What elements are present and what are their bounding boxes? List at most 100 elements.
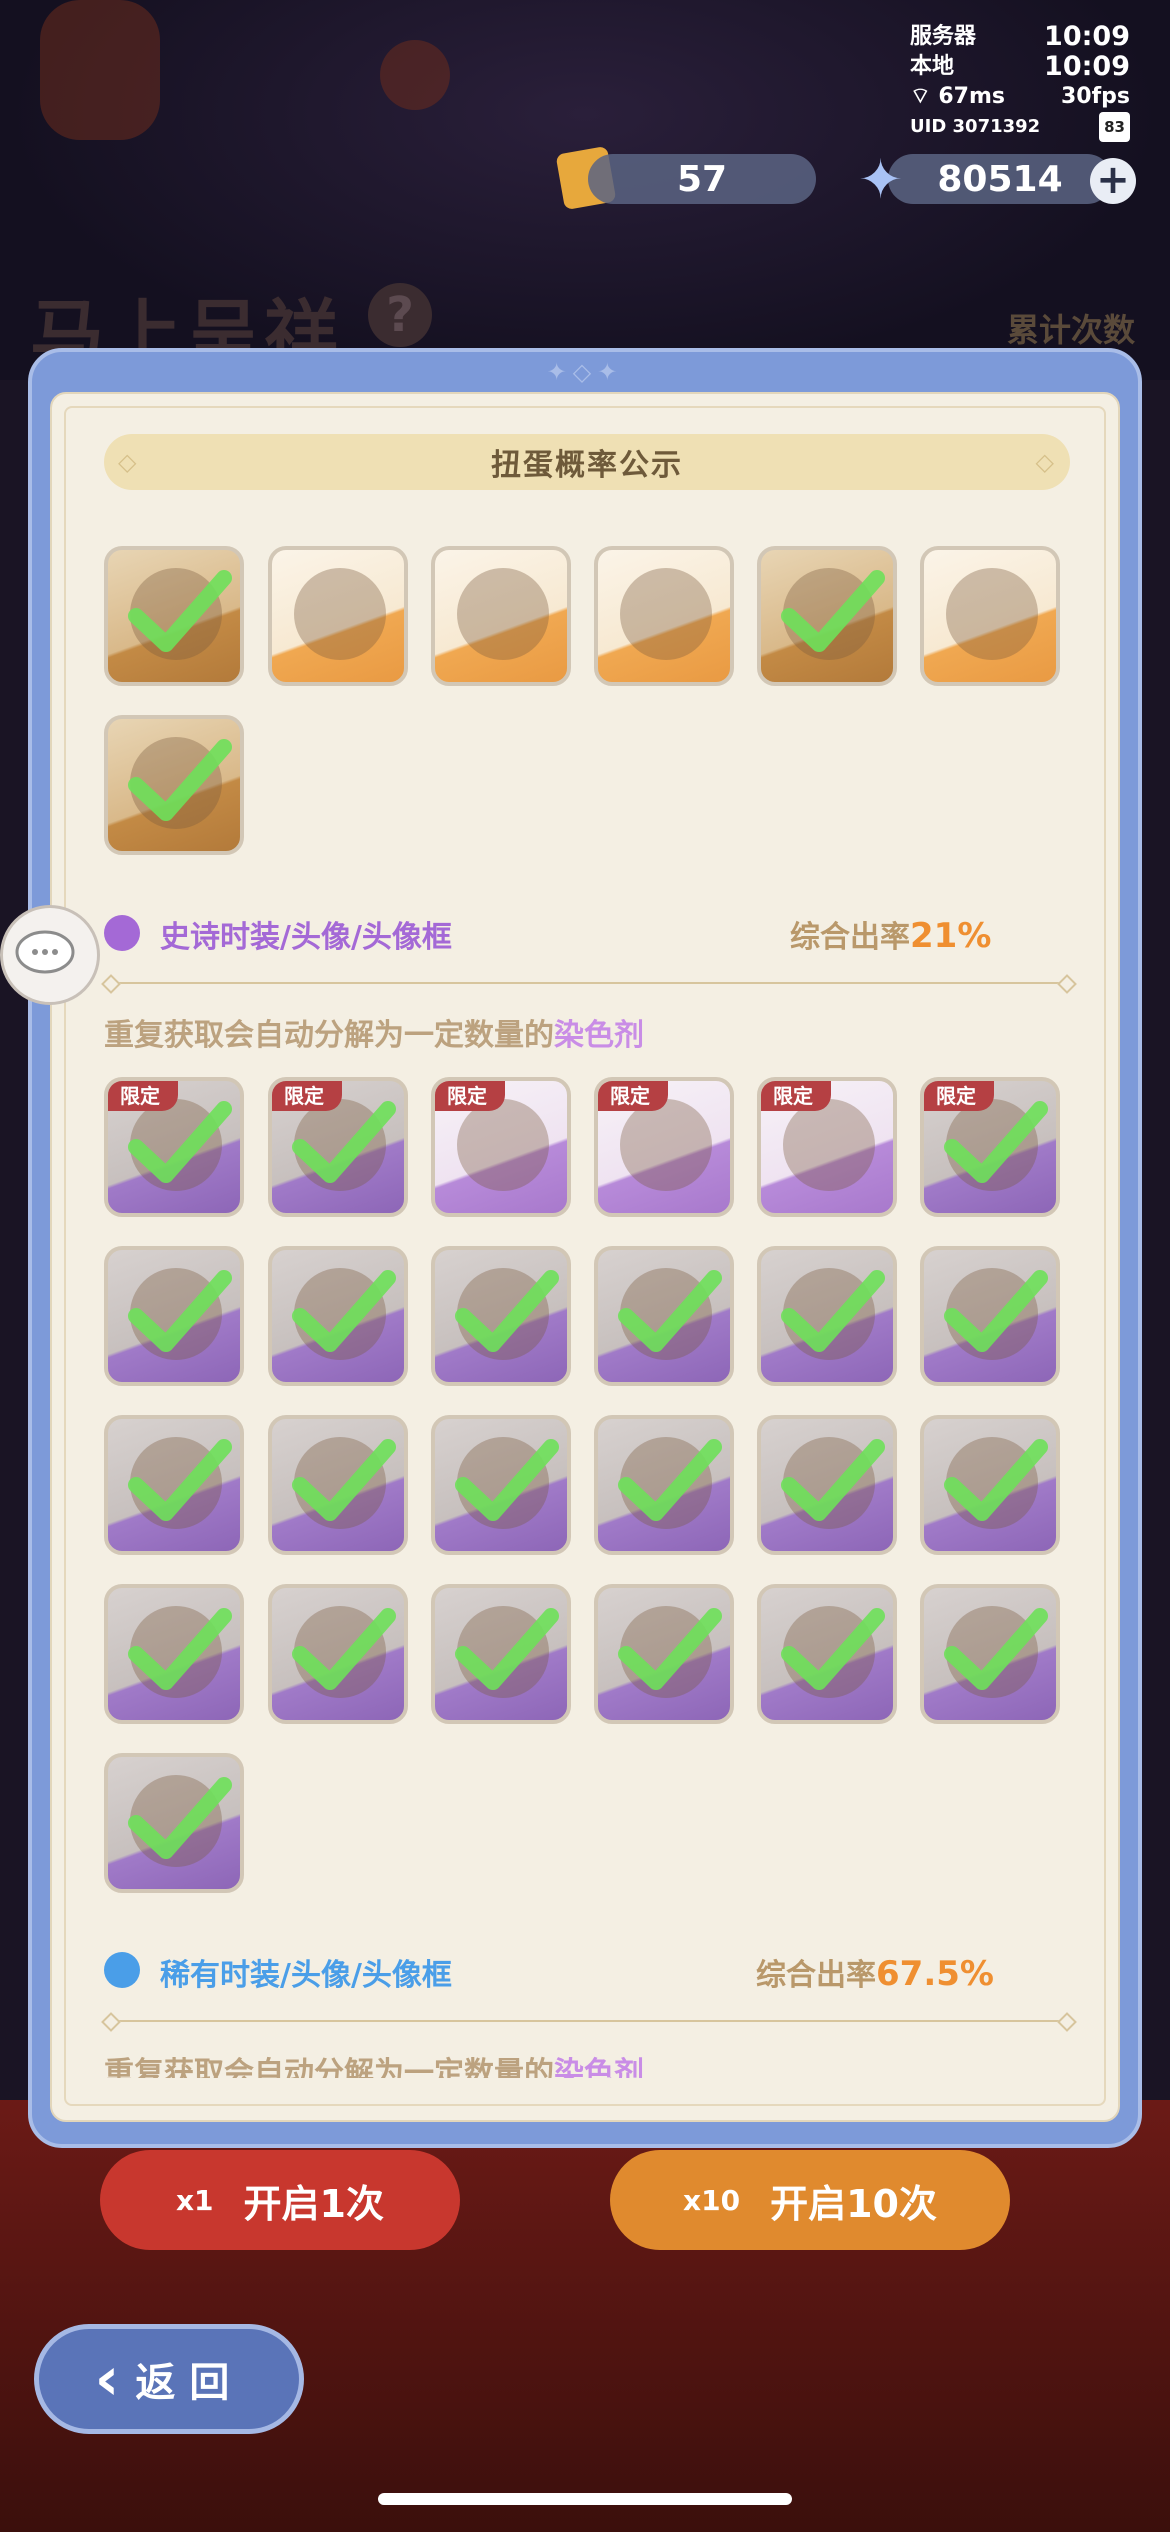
epic-item[interactable]	[104, 1415, 244, 1555]
epic-item[interactable]: 限定	[757, 1077, 897, 1217]
epic-item[interactable]: 限定	[920, 1077, 1060, 1217]
lantern-decoration	[380, 40, 450, 110]
epic-item[interactable]: 限定	[104, 1077, 244, 1217]
local-label: 本地	[910, 54, 955, 79]
modal-title-bar: ◇ 扭蛋概率公示 ◇	[104, 434, 1070, 490]
open-ten-label: 开启10次	[770, 2181, 937, 2226]
epic-item[interactable]	[104, 1246, 244, 1386]
limited-tag: 限定	[761, 1081, 831, 1111]
cumulative-label: 累计次数	[1006, 311, 1135, 349]
crystal-icon: ✦	[858, 148, 904, 211]
epic-item[interactable]	[431, 1584, 571, 1724]
owned-check-icon	[128, 1777, 232, 1859]
prize-item[interactable]	[757, 546, 897, 686]
prize-item[interactable]	[431, 546, 571, 686]
item-image	[457, 1099, 549, 1191]
home-indicator[interactable]	[378, 2493, 792, 2505]
open-ten-button[interactable]: x10 开启10次	[610, 2150, 1010, 2250]
prize-item[interactable]	[594, 546, 734, 686]
wifi-icon: ⌔	[910, 84, 931, 109]
epic-item[interactable]	[757, 1246, 897, 1386]
owned-check-icon	[781, 1608, 885, 1690]
epic-item[interactable]	[268, 1415, 408, 1555]
back-arrow-icon: ‹	[94, 2344, 120, 2414]
diamond-icon: ◇	[1035, 448, 1056, 476]
owned-check-icon	[618, 1439, 722, 1521]
owned-check-icon	[128, 1270, 232, 1352]
limited-tag: 限定	[598, 1081, 668, 1111]
item-image	[620, 1099, 712, 1191]
prize-item[interactable]	[920, 546, 1060, 686]
open-ten-count: x10	[683, 2183, 741, 2217]
rare-grade-icon	[104, 1952, 140, 1988]
rare-note: 重复获取会自动分解为一定数量的染色剂	[104, 2048, 644, 2078]
epic-item[interactable]	[431, 1246, 571, 1386]
owned-check-icon	[292, 1270, 396, 1352]
epic-item[interactable]	[757, 1584, 897, 1724]
crystal-count: 80514	[888, 154, 1112, 204]
item-image	[946, 568, 1038, 660]
epic-item[interactable]	[920, 1415, 1060, 1555]
epic-item[interactable]	[104, 1753, 244, 1893]
owned-check-icon	[128, 1608, 232, 1690]
epic-item[interactable]	[268, 1246, 408, 1386]
epic-item[interactable]	[920, 1246, 1060, 1386]
epic-note-highlight: 染色剂	[554, 1018, 644, 1053]
owned-check-icon	[292, 1101, 396, 1183]
prize-item[interactable]	[104, 546, 244, 686]
owned-check-icon	[944, 1439, 1048, 1521]
epic-section-title: 史诗时装/头像/头像框	[160, 920, 452, 955]
epic-rate-value: 21%	[910, 916, 992, 956]
prize-item[interactable]	[268, 546, 408, 686]
epic-item[interactable]	[920, 1584, 1060, 1724]
server-time: 10:09	[1044, 21, 1130, 52]
back-button[interactable]: ‹ 返回	[34, 2324, 304, 2434]
ticket-count: 57	[588, 154, 816, 204]
epic-item[interactable]: 限定	[594, 1077, 734, 1217]
epic-item[interactable]	[594, 1415, 734, 1555]
rare-section-title: 稀有时装/头像/头像框	[160, 1958, 452, 1993]
owned-check-icon	[618, 1270, 722, 1352]
open-once-button[interactable]: x1 开启1次	[100, 2150, 460, 2250]
owned-check-icon	[618, 1608, 722, 1690]
epic-rate: 综合出率21%	[790, 912, 991, 956]
owned-check-icon	[128, 1101, 232, 1183]
owned-check-icon	[455, 1270, 559, 1352]
epic-item[interactable]	[594, 1246, 734, 1386]
item-image	[294, 568, 386, 660]
owned-check-icon	[781, 570, 885, 652]
rare-note-clip: 重复获取会自动分解为一定数量的染色剂	[60, 2040, 1100, 2078]
help-button[interactable]: ?	[368, 283, 432, 347]
epic-item[interactable]	[431, 1415, 571, 1555]
epic-item[interactable]	[594, 1584, 734, 1724]
uid-value: UID 3071392	[910, 116, 1041, 137]
owned-check-icon	[455, 1439, 559, 1521]
item-image	[620, 568, 712, 660]
epic-item[interactable]: 限定	[431, 1077, 571, 1217]
epic-item[interactable]	[757, 1415, 897, 1555]
owned-check-icon	[944, 1270, 1048, 1352]
diamond-icon: ◇	[118, 448, 139, 476]
epic-item[interactable]: 限定	[268, 1077, 408, 1217]
open-once-label: 开启1次	[243, 2181, 384, 2226]
owned-check-icon	[128, 1439, 232, 1521]
prize-item[interactable]	[104, 715, 244, 855]
owned-check-icon	[292, 1439, 396, 1521]
epic-item[interactable]	[268, 1584, 408, 1724]
add-crystal-button[interactable]: +	[1090, 158, 1136, 204]
rare-note-highlight: 染色剂	[554, 2056, 644, 2078]
modal-title: 扭蛋概率公示	[491, 448, 683, 483]
epic-note-text: 重复获取会自动分解为一定数量的	[104, 1018, 554, 1053]
section-divider	[112, 2020, 1066, 2022]
owned-check-icon	[781, 1270, 885, 1352]
ping-value: 67ms	[938, 84, 1005, 109]
rare-note-text: 重复获取会自动分解为一定数量的	[104, 2056, 554, 2078]
item-image	[783, 1099, 875, 1191]
owned-check-icon	[128, 739, 232, 821]
lantern-decoration	[40, 0, 160, 140]
chat-icon	[15, 930, 75, 974]
owned-check-icon	[944, 1608, 1048, 1690]
chat-bubble-button[interactable]	[0, 905, 100, 1005]
epic-grade-icon	[104, 915, 140, 951]
epic-item[interactable]	[104, 1584, 244, 1724]
